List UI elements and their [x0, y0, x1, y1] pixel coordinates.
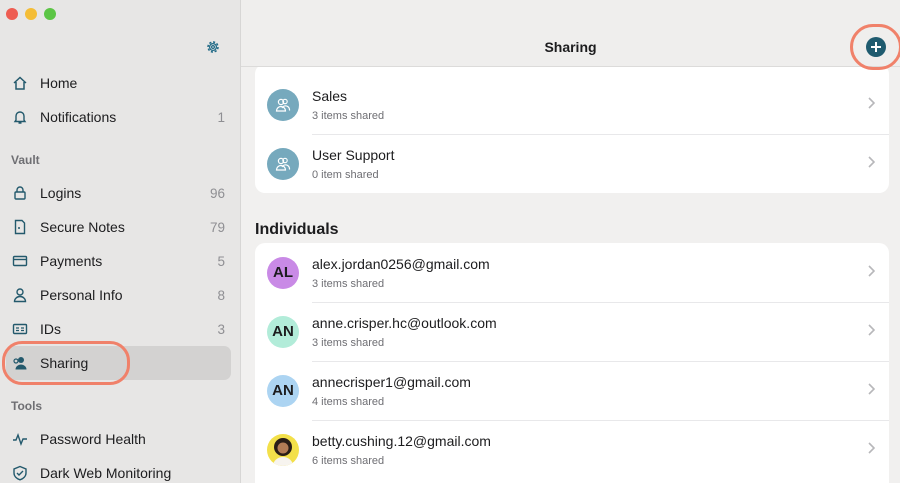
sidebar-item-ids[interactable]: IDs 3 — [6, 312, 231, 346]
sidebar-item-label: Password Health — [40, 431, 146, 447]
shield-icon — [11, 464, 29, 482]
chevron-right-icon — [867, 441, 877, 459]
group-row-user-support[interactable]: User Support 0 item shared — [255, 134, 889, 193]
payments-count: 5 — [217, 253, 225, 269]
sidebar-item-payments[interactable]: Payments 5 — [6, 244, 231, 278]
minimize-window-button[interactable] — [25, 8, 37, 20]
lock-icon — [11, 184, 29, 202]
id-card-icon — [11, 320, 29, 338]
tools-section-label: Tools — [11, 399, 43, 413]
individual-email: anne.crisper.hc@outlook.com — [312, 314, 497, 331]
sidebar-item-label: Secure Notes — [40, 219, 125, 235]
groups-card: Sales 3 items shared User Support 0 item… — [255, 64, 889, 193]
group-name: Sales — [312, 87, 348, 104]
group-icon — [267, 147, 299, 180]
pulse-icon — [11, 430, 29, 448]
avatar-photo — [267, 433, 299, 466]
individual-email: annecrisper1@gmail.com — [312, 373, 471, 390]
close-window-button[interactable] — [6, 8, 18, 20]
main-content: Sales 3 items shared User Support 0 item… — [241, 0, 900, 483]
notifications-count: 1 — [217, 109, 225, 125]
note-icon — [11, 218, 29, 236]
individual-items-count: 3 items shared — [312, 336, 385, 349]
chevron-right-icon — [867, 323, 877, 341]
sidebar-item-home[interactable]: Home — [6, 66, 231, 100]
sidebar-item-sharing[interactable]: Sharing — [6, 346, 231, 380]
page-title: Sharing — [544, 39, 597, 55]
individual-email: alex.jordan0256@gmail.com — [312, 255, 490, 272]
individual-items-count: 3 items shared — [312, 277, 385, 290]
chevron-right-icon — [867, 96, 877, 114]
vault-section-label: Vault — [11, 153, 40, 167]
sidebar-item-label: Home — [40, 75, 78, 91]
chevron-right-icon — [867, 382, 877, 400]
chevron-right-icon — [867, 155, 877, 173]
person-icon — [11, 286, 29, 304]
individual-row[interactable]: AN anne.crisper.hc@outlook.com 3 items s… — [255, 302, 889, 361]
sidebar-item-dark-web-monitoring[interactable]: Dark Web Monitoring — [6, 456, 231, 483]
chevron-right-icon — [867, 264, 877, 282]
individual-row[interactable]: betty.cushing.12@gmail.com 6 items share… — [255, 420, 889, 479]
avatar: AN — [267, 374, 299, 407]
sidebar-item-label: Payments — [40, 253, 103, 269]
sidebar-item-label: Logins — [40, 185, 82, 201]
settings-gear-icon[interactable] — [205, 39, 221, 55]
group-name: User Support — [312, 146, 395, 163]
sidebar-item-notifications[interactable]: Notifications 1 — [6, 100, 231, 134]
sidebar-item-password-health[interactable]: Password Health — [6, 422, 231, 456]
sidebar-item-label: Notifications — [40, 109, 117, 125]
individual-row[interactable]: AL alex.jordan0256@gmail.com 3 items sha… — [255, 243, 889, 302]
individual-email: betty.cushing.12@gmail.com — [312, 432, 491, 449]
home-icon — [11, 74, 29, 92]
individuals-card: AL alex.jordan0256@gmail.com 3 items sha… — [255, 243, 889, 483]
toolbar: Sharing — [241, 0, 900, 70]
sidebar-item-secure-notes[interactable]: Secure Notes 79 — [6, 210, 231, 244]
sidebar-item-personal-info[interactable]: Personal Info 8 — [6, 278, 231, 312]
sidebar: Home Notifications 1 Vault Logins 96 Sec… — [0, 0, 241, 483]
secure-notes-count: 79 — [209, 219, 225, 235]
avatar: AN — [267, 315, 299, 348]
ids-count: 3 — [217, 321, 225, 337]
group-items-count: 3 items shared — [312, 109, 385, 122]
individual-items-count: 6 items shared — [312, 454, 385, 467]
sidebar-item-label: Sharing — [40, 355, 89, 371]
individual-items-count: 4 items shared — [312, 395, 385, 408]
sidebar-item-logins[interactable]: Logins 96 — [6, 176, 231, 210]
window-controls — [6, 8, 56, 20]
group-icon — [267, 88, 299, 121]
sidebar-item-label: IDs — [40, 321, 61, 337]
card-icon — [11, 252, 29, 270]
personal-info-count: 8 — [217, 287, 225, 303]
group-items-count: 0 item shared — [312, 168, 379, 181]
individual-row[interactable]: AN annecrisper1@gmail.com 4 items shared — [255, 361, 889, 420]
avatar: AL — [267, 256, 299, 289]
add-button-highlight-ring — [850, 24, 900, 70]
sidebar-item-label: Personal Info — [40, 287, 123, 303]
individuals-heading: Individuals — [255, 221, 339, 238]
sidebar-item-label: Dark Web Monitoring — [40, 465, 172, 481]
group-row-sales[interactable]: Sales 3 items shared — [255, 75, 889, 134]
bell-icon — [11, 108, 29, 126]
logins-count: 96 — [209, 185, 225, 201]
zoom-window-button[interactable] — [44, 8, 56, 20]
sharing-icon — [11, 354, 29, 372]
